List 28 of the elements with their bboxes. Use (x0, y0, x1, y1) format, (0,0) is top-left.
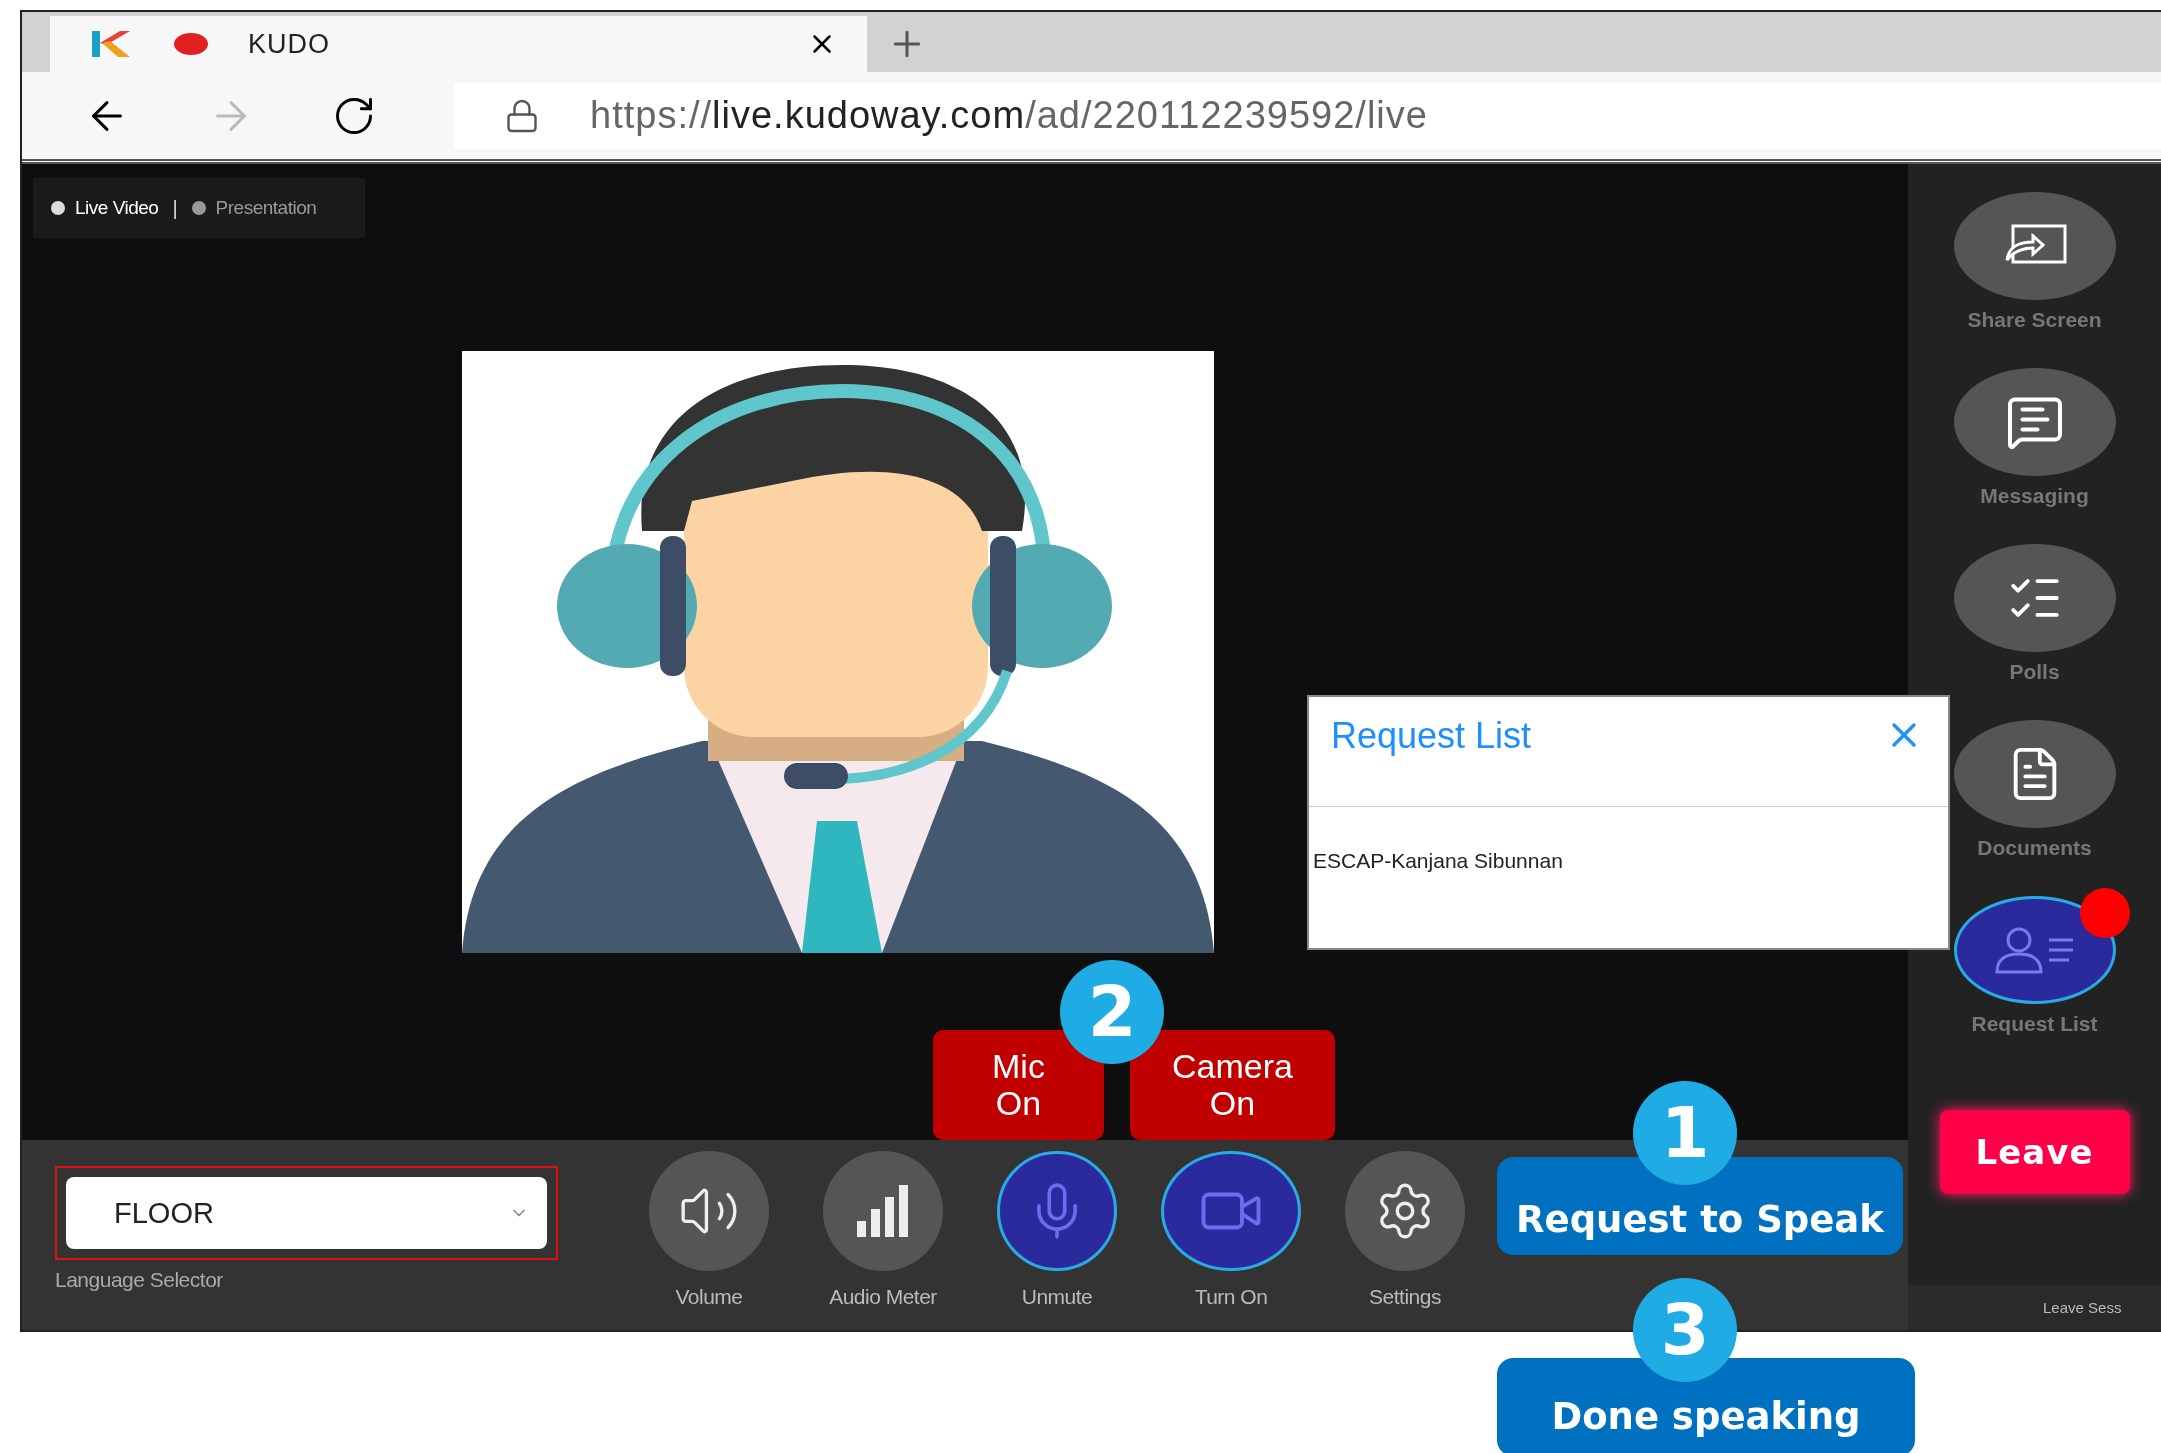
address-field[interactable]: https://live.kudoway.com/ad/220112239592/live (454, 82, 2161, 149)
tab-title: KUDO (248, 28, 331, 60)
leave-button[interactable]: Leave (1939, 1110, 2130, 1194)
step-label: Done speaking (1497, 1358, 1915, 1453)
leave-session-label: Leave Sess (2043, 1299, 2122, 1316)
sidebar-label: Messaging (1980, 484, 2089, 508)
callout-label: Camera On (1130, 1030, 1335, 1140)
view-tab[interactable]: Live Video (51, 197, 159, 219)
lock-icon (504, 97, 540, 134)
request-entry[interactable]: ESCAP-Kanjana Sibunnan (1309, 807, 1948, 873)
sidebar-label: Share Screen (1967, 308, 2102, 332)
panel-title: Request List (1331, 715, 1532, 757)
signal-bars-icon (855, 1183, 911, 1239)
control-label: Settings (1369, 1285, 1441, 1309)
view-tab[interactable]: Presentation (191, 197, 317, 219)
browser-tab[interactable]: KUDO (50, 16, 867, 72)
control-label: Turn On (1194, 1285, 1268, 1309)
sidebar-label: Request List (1971, 1012, 2098, 1036)
separator-text: | (172, 196, 178, 220)
language-label: Language Selector (55, 1268, 224, 1292)
sidebar-label: Polls (2009, 660, 2060, 684)
control-label: Unmute (1021, 1285, 1093, 1309)
url-text: https://live.kudoway.com/ad/220112239592/live (590, 94, 1428, 137)
control-label: Audio Meter (829, 1285, 937, 1309)
language-select[interactable]: FLOOR (66, 1177, 547, 1249)
step-label: Request to Speak (1497, 1157, 1903, 1255)
control-label: Volume (675, 1285, 743, 1309)
sidebar-label: Documents (1977, 836, 2092, 860)
